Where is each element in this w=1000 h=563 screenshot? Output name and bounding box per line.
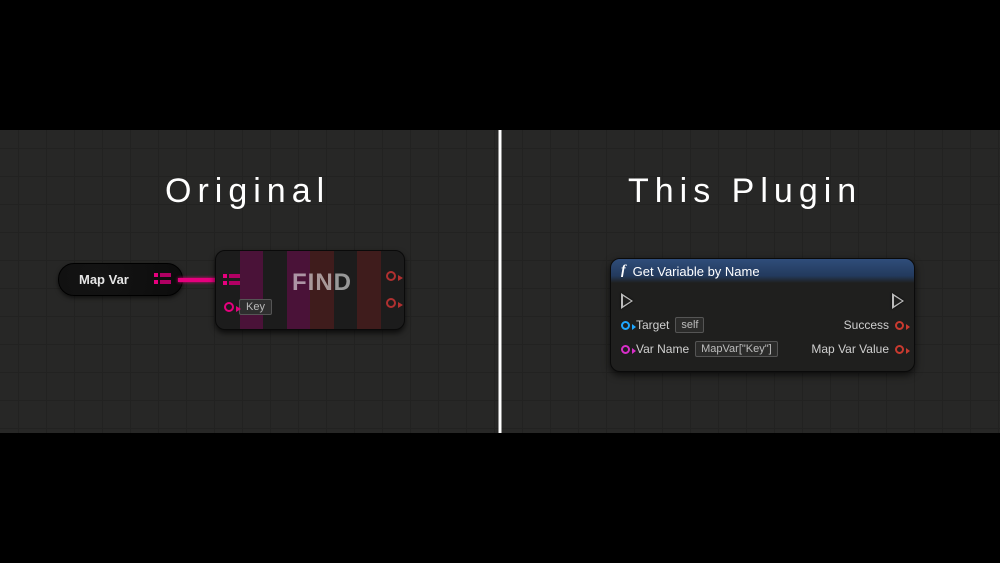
node-header[interactable]: f Get Variable by Name — [611, 259, 914, 283]
varname-pin-label: Var Name — [636, 342, 689, 356]
blueprint-wire — [178, 278, 220, 282]
map-output-pin-icon[interactable] — [154, 273, 174, 287]
variable-node-map-var[interactable]: Map Var — [58, 263, 183, 296]
find-node-key-input[interactable]: Key — [224, 299, 272, 315]
exec-input-pin-icon[interactable] — [621, 293, 633, 309]
mapvarvalue-output-pin-icon[interactable] — [895, 345, 904, 354]
mapvarvalue-pin-label: Map Var Value — [811, 342, 889, 356]
varname-pin-value[interactable]: MapVar["Key"] — [695, 341, 778, 357]
node-title: Get Variable by Name — [633, 264, 760, 279]
varname-input-pin-icon[interactable] — [621, 345, 630, 354]
node-body: Target self Success Var Name MapVar["Key… — [611, 283, 914, 371]
target-input-pin-icon[interactable] — [621, 321, 630, 330]
get-variable-by-name-node[interactable]: f Get Variable by Name Target self Succe… — [610, 258, 915, 372]
heading-plugin: This Plugin — [628, 172, 862, 211]
variable-node-label: Map Var — [79, 272, 129, 287]
key-input-value[interactable]: Key — [239, 299, 272, 315]
target-pin-label: Target — [636, 318, 669, 332]
find-node-title: FIND — [292, 269, 352, 297]
key-input-pin-icon[interactable] — [224, 302, 234, 312]
exec-output-pin-icon[interactable] — [892, 293, 904, 309]
success-pin-label: Success — [844, 318, 889, 332]
find-node-map-input-pin[interactable] — [223, 274, 231, 292]
find-node-value-output-pin[interactable] — [386, 271, 396, 281]
find-node-bool-output-pin[interactable] — [386, 298, 396, 308]
heading-original: Original — [165, 172, 330, 211]
function-icon: f — [621, 263, 626, 279]
success-output-pin-icon[interactable] — [895, 321, 904, 330]
target-pin-value[interactable]: self — [675, 317, 704, 333]
comparison-divider — [499, 130, 502, 433]
find-node[interactable]: FIND Key — [215, 250, 405, 330]
